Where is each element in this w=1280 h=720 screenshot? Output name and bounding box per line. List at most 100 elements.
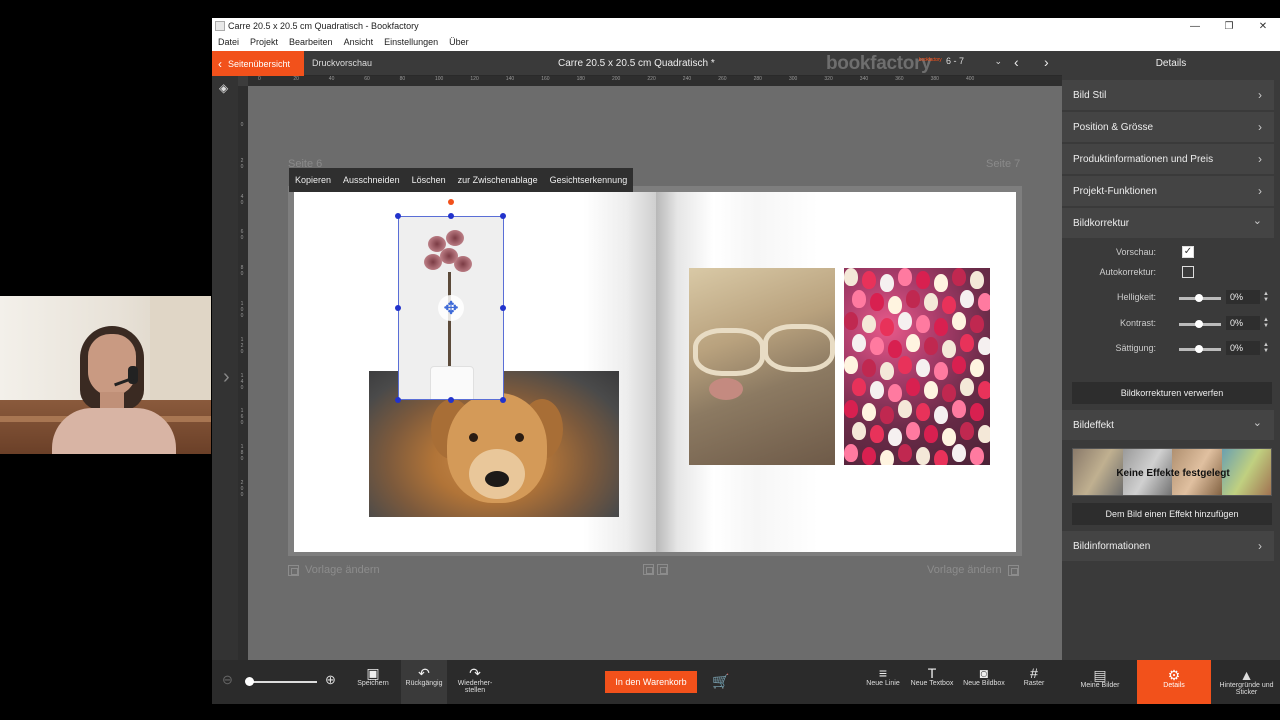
tulips-photo[interactable] — [844, 268, 990, 465]
menu-ansicht[interactable]: Ansicht — [338, 35, 379, 51]
menu-face-detection[interactable]: Gesichtserkennung — [544, 175, 634, 185]
horizontal-ruler: 0 20 40 60 80 100 120 140 160 180 200 220 240 260 280 3… — [248, 76, 1062, 86]
window-title: Carre 20.5 x 20.5 cm Quadratisch - Bookf… — [228, 21, 419, 31]
tulip-shape — [852, 378, 866, 396]
expand-panel-icon[interactable]: › — [223, 366, 230, 389]
minimize-button[interactable]: — — [1178, 18, 1212, 35]
tulip-shape — [862, 403, 876, 421]
zoom-slider-knob[interactable] — [245, 677, 254, 686]
editor-canvas[interactable]: Seite 6 Seite 7 ✥ Kopieren Ausschneiden … — [248, 86, 1062, 660]
resize-handle[interactable] — [448, 397, 454, 403]
menu-delete[interactable]: Löschen — [406, 175, 452, 185]
redo-button[interactable]: ↷ Wiederher-stellen — [452, 660, 498, 704]
layout-icon — [657, 564, 668, 575]
resize-handle[interactable] — [500, 305, 506, 311]
title-bar: Carre 20.5 x 20.5 cm Quadratisch - Bookf… — [212, 18, 1280, 35]
tulip-shape — [942, 340, 956, 358]
cat-photo[interactable] — [689, 268, 835, 465]
menu-datei[interactable]: Datei — [212, 35, 244, 51]
kontrast-slider[interactable] — [1179, 320, 1221, 328]
section-bildkorrektur[interactable]: Bildkorrektur ⌄ — [1062, 208, 1274, 238]
saettigung-spinner[interactable]: ▲ ▼ — [1263, 342, 1269, 354]
menu-bar: Datei Projekt Bearbeiten Ansicht Einstel… — [212, 35, 1280, 51]
helligkeit-value[interactable]: 0% — [1226, 290, 1260, 304]
raster-button[interactable]: # Raster — [1016, 660, 1052, 704]
tab-details[interactable]: ⚙ Details — [1137, 660, 1211, 704]
saettigung-slider[interactable] — [1179, 345, 1221, 353]
zoom-out-icon[interactable]: ⊖ — [222, 672, 233, 688]
menu-ueber[interactable]: Über — [443, 35, 474, 51]
ruler-tick: 0 — [258, 76, 261, 82]
resize-handle[interactable] — [500, 213, 506, 219]
tulip-shape — [880, 450, 894, 465]
effects-preview[interactable]: Keine Effekte festgelegt — [1072, 448, 1272, 496]
tulip-shape — [978, 381, 990, 399]
tab-meine-bilder[interactable]: ▤ Meine Bilder — [1063, 660, 1137, 704]
add-effect-button[interactable]: Dem Bild einen Effekt hinzufügen — [1072, 503, 1272, 525]
resize-handle[interactable] — [395, 213, 401, 219]
save-button[interactable]: ▣ Speichern — [352, 660, 394, 704]
tulip-shape — [934, 318, 948, 336]
print-preview-button[interactable]: Druckvorschau — [312, 58, 372, 68]
chevron-down-icon: ⌄ — [994, 56, 1002, 66]
section-position[interactable]: Position & Grösse › — [1062, 112, 1274, 142]
tulip-shape — [880, 318, 894, 336]
tulip-shape — [934, 406, 948, 424]
autokorrektur-checkbox[interactable] — [1182, 266, 1194, 278]
previous-page-button[interactable]: ‹ — [1014, 54, 1019, 70]
next-page-button[interactable]: › — [1044, 54, 1049, 70]
undo-button[interactable]: ↶ Rückgängig — [401, 660, 447, 704]
new-textbox-button[interactable]: T Neue Textbox — [909, 660, 955, 704]
kontrast-value[interactable]: 0% — [1226, 316, 1260, 330]
tulip-shape — [862, 271, 876, 289]
move-icon[interactable]: ✥ — [438, 295, 464, 321]
zoom-slider[interactable] — [247, 681, 317, 683]
discard-corrections-button[interactable]: Bildkorrekturen verwerfen — [1072, 382, 1272, 404]
menu-cut[interactable]: Ausschneiden — [337, 175, 406, 185]
new-bildbox-button[interactable]: ◙ Neue Bildbox — [961, 660, 1007, 704]
menu-projekt[interactable]: Projekt — [244, 35, 283, 51]
section-bildinformationen[interactable]: Bildinformationen › — [1062, 531, 1274, 561]
autokorrektur-label: Autokorrektur: — [1099, 267, 1156, 277]
menu-einstellungen[interactable]: Einstellungen — [378, 35, 443, 51]
page-select[interactable]: 6 - 7 ⌄ — [946, 56, 1002, 71]
redo-icon: ↷ — [469, 665, 481, 681]
maximize-button[interactable]: ❐ — [1212, 18, 1246, 35]
helligkeit-spinner[interactable]: ▲ ▼ — [1263, 291, 1269, 303]
layers-icon[interactable]: ◈ — [219, 81, 232, 95]
kontrast-spinner[interactable]: ▲ ▼ — [1263, 317, 1269, 329]
menu-to-clipboard[interactable]: zur Zwischenablage — [452, 175, 544, 185]
section-projekt[interactable]: Projekt-Funktionen › — [1062, 176, 1274, 206]
tulip-shape — [960, 290, 974, 308]
bookfactory-window: Carre 20.5 x 20.5 cm Quadratisch - Bookf… — [212, 18, 1280, 704]
close-button[interactable]: ✕ — [1246, 18, 1280, 35]
ruler-tick: 180 — [576, 76, 585, 82]
menu-bearbeiten[interactable]: Bearbeiten — [283, 35, 338, 51]
saettigung-value[interactable]: 0% — [1226, 341, 1260, 355]
resize-handle[interactable] — [395, 305, 401, 311]
new-line-button[interactable]: ≡ Neue Linie — [862, 660, 904, 704]
change-layout-left[interactable]: Vorlage ändern — [288, 564, 380, 576]
spread-layout-icons[interactable] — [643, 564, 668, 575]
ruler-tick: 240 — [682, 76, 692, 82]
tulip-shape — [898, 400, 912, 418]
vorschau-checkbox[interactable]: ✓ — [1182, 246, 1194, 258]
menu-copy[interactable]: Kopieren — [289, 175, 337, 185]
page-overview-button[interactable]: ‹ Seitenübersicht — [212, 51, 304, 76]
section-produkt[interactable]: Produktinformationen und Preis › — [1062, 144, 1274, 174]
tab-hintergruende[interactable]: ▲ Hintergründe und Sticker — [1213, 660, 1280, 704]
resize-handle[interactable] — [500, 397, 506, 403]
rotate-handle[interactable] — [448, 199, 454, 205]
cart-icon[interactable]: 🛒 — [712, 673, 729, 690]
resize-handle[interactable] — [395, 397, 401, 403]
change-layout-right[interactable]: Vorlage ändern — [927, 564, 1019, 576]
section-bild-stil[interactable]: Bild Stil › — [1062, 80, 1274, 110]
resize-handle[interactable] — [448, 213, 454, 219]
tulip-shape — [952, 268, 966, 286]
zoom-in-icon[interactable]: ⊕ — [325, 672, 336, 688]
effects-label: Keine Effekte festgelegt — [1116, 467, 1230, 479]
tulip-shape — [888, 296, 902, 314]
section-bildeffekt[interactable]: Bildeffekt ⌄ — [1062, 410, 1274, 440]
helligkeit-slider[interactable] — [1179, 294, 1221, 302]
add-to-cart-button[interactable]: In den Warenkorb — [605, 671, 697, 693]
